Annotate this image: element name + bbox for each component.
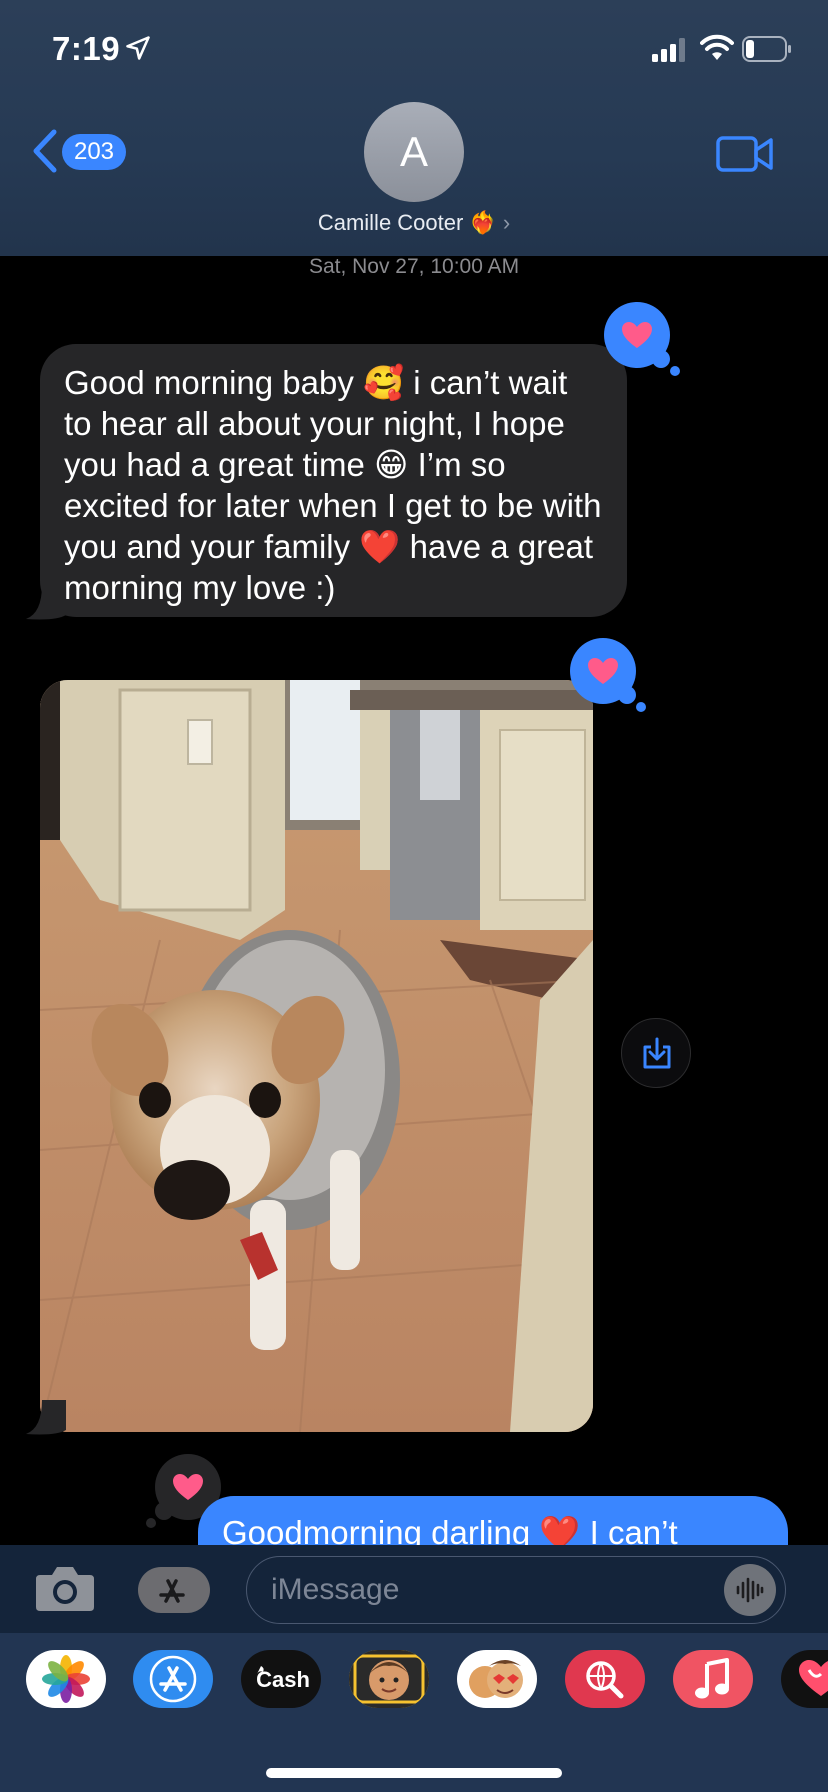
tapback-tail-dot [652, 350, 670, 368]
tapback-tail-dot [618, 686, 636, 704]
camera-icon[interactable] [34, 1563, 96, 1613]
cash-app-icon[interactable]: Cash [241, 1650, 321, 1708]
memoji-stickers-app-icon[interactable] [349, 1650, 429, 1708]
cellular-signal-icon [652, 38, 685, 62]
imessage-input[interactable] [246, 1556, 786, 1624]
status-time: 7:19 [52, 30, 121, 67]
waveform-icon [736, 1577, 764, 1603]
contact-name-label: Camille Cooter ❤️‍🔥 [317, 210, 497, 235]
location-arrow-icon [126, 36, 150, 60]
tapback-tail-dot [670, 366, 680, 376]
facetime-video-icon[interactable] [716, 134, 774, 174]
bubble-tail [26, 585, 66, 620]
chevron-right-icon: › [502, 210, 511, 235]
tapback-tail-dot [155, 1502, 173, 1520]
back-chevron-icon[interactable] [30, 128, 60, 174]
unread-count-badge[interactable]: 203 [62, 134, 126, 170]
tapback-tail-dot [636, 702, 646, 712]
cash-app-label: Cash [256, 1667, 310, 1692]
heart-icon [588, 658, 618, 684]
wifi-icon [700, 34, 734, 60]
contact-avatar[interactable]: A [364, 102, 464, 202]
message-timestamp: Sat, Nov 27, 10:00 AM [308, 255, 520, 278]
music-app-icon[interactable] [673, 1650, 753, 1708]
home-indicator[interactable] [266, 1768, 562, 1778]
heart-icon [173, 1474, 203, 1500]
app-store-app-icon[interactable] [133, 1650, 213, 1708]
bubble-tail [26, 1400, 66, 1435]
dog-photo [40, 680, 593, 1432]
audio-message-button[interactable] [724, 1564, 776, 1616]
download-tray-icon [643, 1037, 671, 1069]
incoming-message-bubble[interactable]: Good morning baby 🥰 i can’t wait to hear… [40, 344, 627, 617]
photos-app-icon[interactable] [26, 1650, 106, 1708]
photo-message-image[interactable] [40, 680, 593, 1432]
tapback-tail-dot [146, 1518, 156, 1528]
images-search-app-icon[interactable] [565, 1650, 645, 1708]
animoji-app-icon[interactable] [457, 1650, 537, 1708]
heart-icon [622, 322, 652, 348]
app-store-drawer-button[interactable] [138, 1567, 210, 1613]
save-photo-button[interactable] [621, 1018, 691, 1088]
contact-name[interactable]: Camille Cooter ❤️‍🔥 › [0, 210, 828, 236]
battery-icon [742, 36, 791, 62]
app-store-icon [159, 1579, 185, 1603]
